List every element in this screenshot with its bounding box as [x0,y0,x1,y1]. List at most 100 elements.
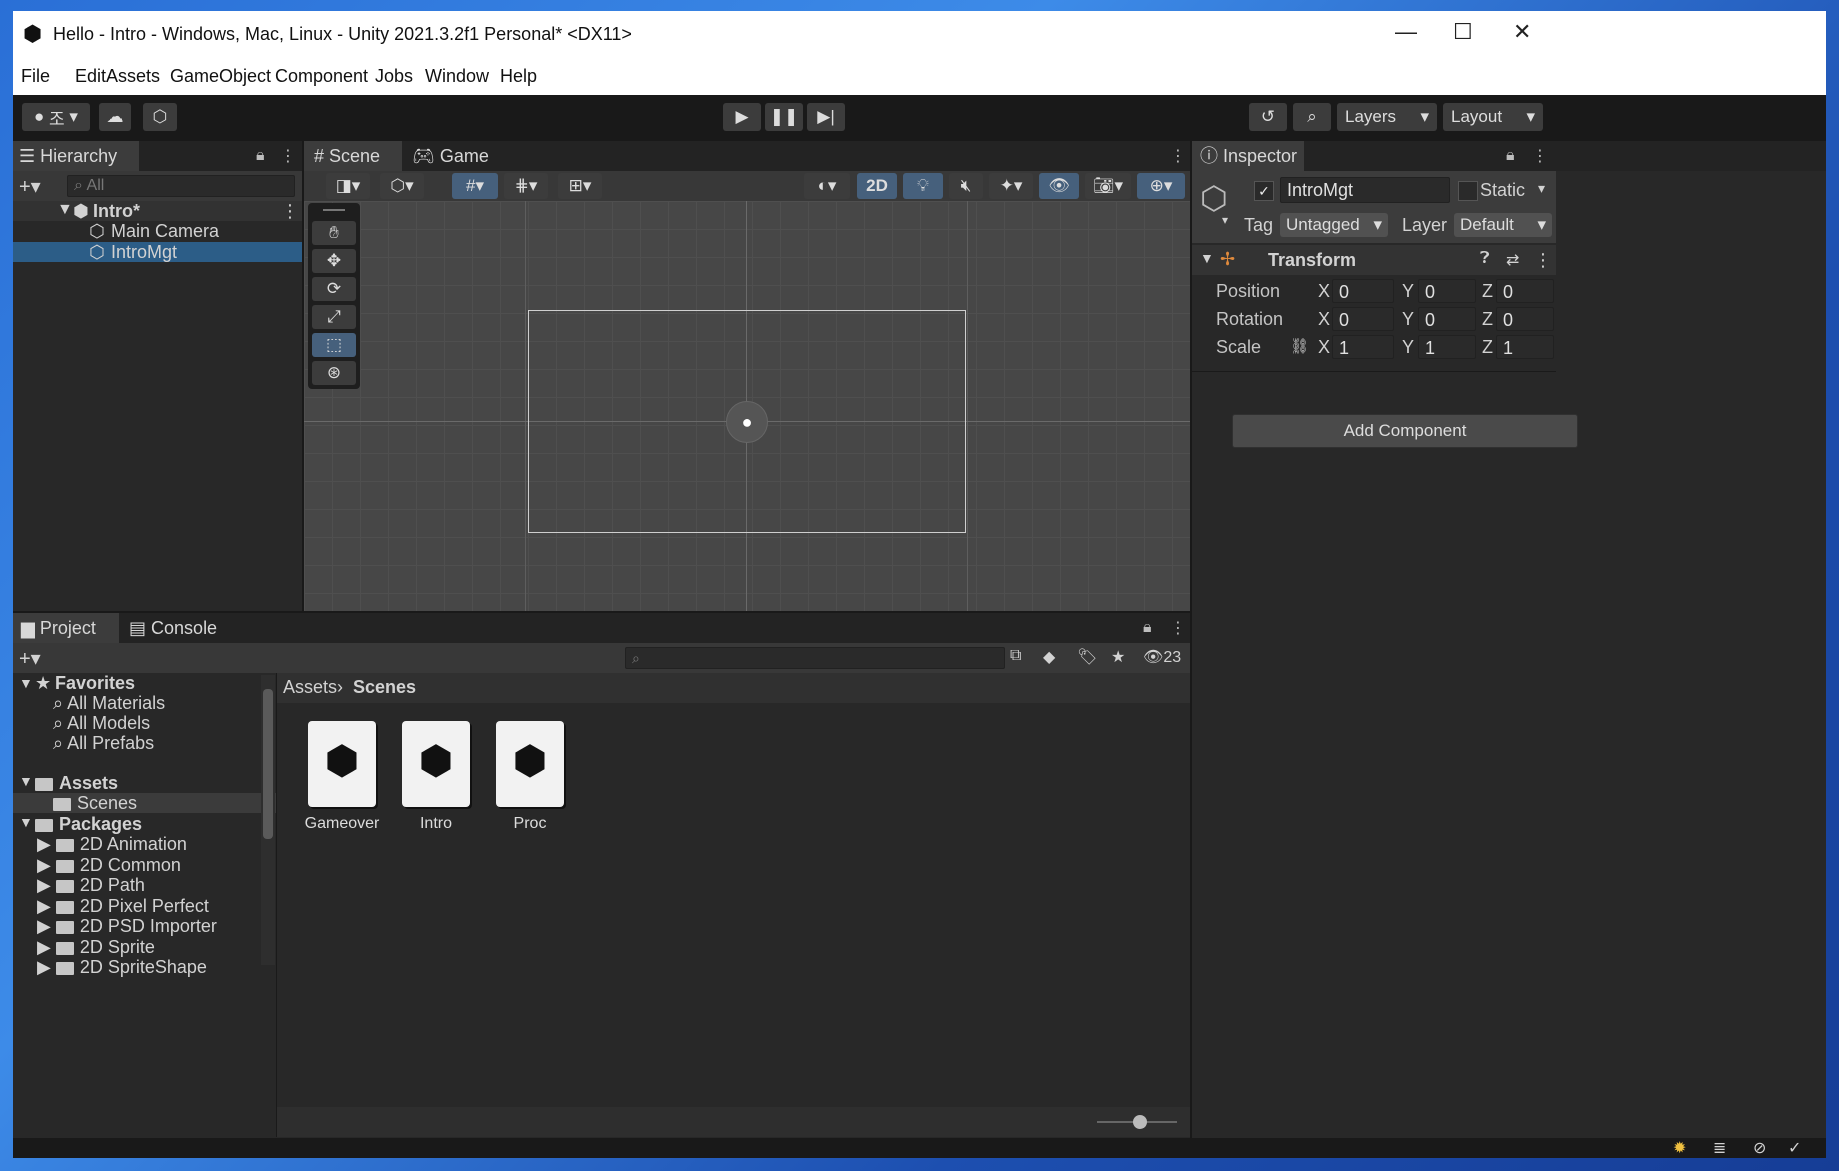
more-icon[interactable]: ⋮ [1170,146,1186,166]
static-checkbox[interactable] [1458,181,1478,201]
grid-snap-toggle[interactable]: #▾ [452,173,498,199]
add-icon[interactable]: +▾ [19,646,41,671]
transform-tool-icon[interactable]: ⊛ [312,361,356,385]
rect-tool-icon[interactable]: ⬚ [312,333,356,357]
filter-type-icon[interactable]: ◆ [1043,647,1055,667]
chevron-down-icon[interactable]: ▾ [1538,180,1545,197]
camera-gizmo-icon[interactable]: ● [726,401,768,443]
ruler-dropdown[interactable]: ⊞▾ [558,173,602,199]
menu-component[interactable]: Component [275,66,368,87]
tree-item[interactable]: ⌕ All Models [53,713,150,734]
add-component-button[interactable]: Add Component [1232,414,1578,448]
rotate-tool-icon[interactable]: ⟳ [312,277,356,301]
hierarchy-item-selected[interactable]: ⬡ IntroMgt [13,242,302,262]
history-icon[interactable]: ↺ [1249,103,1287,131]
render-mode-dropdown[interactable]: ⬡▾ [380,173,424,199]
search-scope-icon[interactable]: ⧉ [1010,647,1021,665]
preset-icon[interactable]: ⇄ [1506,250,1519,270]
tree-item-selected[interactable]: Scenes [13,793,276,813]
camera-dropdown[interactable]: 📷︎▾ [1085,173,1131,199]
lock-icon[interactable]: 🔒︎ [256,147,265,165]
minimize-icon[interactable]: — [1395,19,1417,45]
step-button[interactable]: ▶| [807,103,845,131]
tree-item[interactable]: ⌕ All Prefabs [53,733,154,754]
more-icon[interactable]: ⋮ [280,146,296,166]
pause-button[interactable]: ❚❚ [765,103,803,131]
lock-icon[interactable]: 🔒︎ [1143,619,1152,637]
auto-generate-icon[interactable]: ⊘ [1753,1138,1766,1158]
drag-handle[interactable] [323,209,345,211]
tab-scene[interactable]: # Scene [304,141,402,171]
tree-item[interactable]: ▶ 2D Common [37,855,181,876]
collab-icon[interactable]: ⬡ [143,103,177,131]
menu-edit[interactable]: Edit [75,66,106,87]
tab-console[interactable]: ▤ Console [129,613,239,643]
collapse-arrow-icon[interactable]: ▼ [19,675,33,691]
label-icon[interactable]: 🏷︎ [1077,647,1097,667]
tree-item[interactable]: ▶ 2D SpriteShape [37,957,207,978]
tree-item[interactable]: ⌕ All Materials [53,693,165,714]
slider-thumb[interactable] [1133,1115,1147,1129]
layout-dropdown[interactable]: Layout ▾ [1443,103,1543,131]
rotation-y-field[interactable]: 0 [1418,307,1476,331]
breadcrumb-scenes[interactable]: Scenes [353,677,416,698]
scene-viewport[interactable]: ● ✋︎ ✥ ⟳ ⤢ ⬚ ⊛ [304,201,1190,611]
scene-row[interactable]: ▼ ⬢ Intro* ⋮ [13,201,302,221]
more-icon[interactable]: ⋮ [281,201,299,222]
tree-item[interactable]: ▶ 2D Sprite [37,937,155,958]
snap-increment-dropdown[interactable]: ⋕▾ [504,173,548,199]
active-checkbox[interactable]: ✓ [1254,181,1274,201]
project-search-input[interactable]: ⌕ [625,647,1005,669]
more-icon[interactable]: ⋮ [1532,146,1548,166]
tree-item[interactable]: ▶ 2D Animation [37,834,187,855]
position-z-field[interactable]: 0 [1496,279,1554,303]
transform-header[interactable]: ▼ ✢ Transform ❓︎ ⇄ ⋮ [1192,245,1556,275]
hidden-objects-icon[interactable]: 👁︎ [1039,173,1079,199]
expand-arrow-icon[interactable]: ▼ [57,201,73,219]
layers-dropdown[interactable]: Layers ▾ [1337,103,1437,131]
more-icon[interactable]: ⋮ [1170,618,1186,638]
menu-assets[interactable]: Assets [106,66,160,87]
scale-z-field[interactable]: 1 [1496,335,1554,359]
move-tool-icon[interactable]: ✥ [312,249,356,273]
menu-gameobject[interactable]: GameObject [170,66,271,87]
cloud-icon[interactable]: ☁ [99,103,131,131]
collapse-arrow-icon[interactable]: ▼ [19,814,33,830]
search-icon[interactable]: ⌕ [1293,103,1331,131]
position-x-field[interactable]: 0 [1332,279,1394,303]
scale-y-field[interactable]: 1 [1418,335,1476,359]
effects-dropdown[interactable]: ✦▾ [989,173,1033,199]
mode-2d-toggle[interactable]: 2D [857,173,897,199]
menu-window[interactable]: Window [425,66,489,87]
shading-dropdown[interactable]: ◐▾ [804,173,850,199]
tree-item[interactable]: ▶ 2D Pixel Perfect [37,896,209,917]
tree-item[interactable]: ▶ 2D PSD Importer [37,916,217,937]
layer-dropdown[interactable]: Default ▾ [1454,213,1552,237]
tab-inspector[interactable]: ⓘ Inspector [1192,141,1304,171]
scrollbar-thumb[interactable] [263,689,273,839]
check-icon[interactable]: ✓ [1788,1138,1801,1158]
add-icon[interactable]: +▾ [19,174,41,199]
breadcrumb-assets[interactable]: Assets [283,677,337,698]
hand-tool-icon[interactable]: ✋︎ [312,221,356,245]
menu-help[interactable]: Help [500,66,537,87]
scale-x-field[interactable]: 1 [1332,335,1394,359]
audio-mute-icon[interactable]: 🔇︎ [949,173,983,199]
menu-file[interactable]: File [21,66,50,87]
rotation-x-field[interactable]: 0 [1332,307,1394,331]
tree-packages[interactable]: Packages [35,814,142,835]
collapse-arrow-icon[interactable]: ▼ [19,773,33,789]
scale-tool-icon[interactable]: ⤢ [312,305,356,329]
rotation-z-field[interactable]: 0 [1496,307,1554,331]
gizmos-dropdown[interactable]: ⊕▾ [1137,173,1185,199]
scene-asset[interactable]: ⬢ Gameover [302,721,382,833]
tab-game[interactable]: 🎮︎ Game [412,141,502,171]
object-name-field[interactable]: IntroMgt [1280,177,1450,203]
tree-favorites[interactable]: Favorites [55,673,135,694]
tree-assets[interactable]: Assets [35,773,118,794]
scene-asset[interactable]: ⬢ Proc [490,721,570,833]
tab-project[interactable]: ▆ Project [13,613,119,643]
tag-dropdown[interactable]: Untagged ▾ [1280,213,1388,237]
lighting-icon[interactable]: 💡︎ [903,173,943,199]
favorite-star-icon[interactable]: ★ [1111,647,1125,667]
